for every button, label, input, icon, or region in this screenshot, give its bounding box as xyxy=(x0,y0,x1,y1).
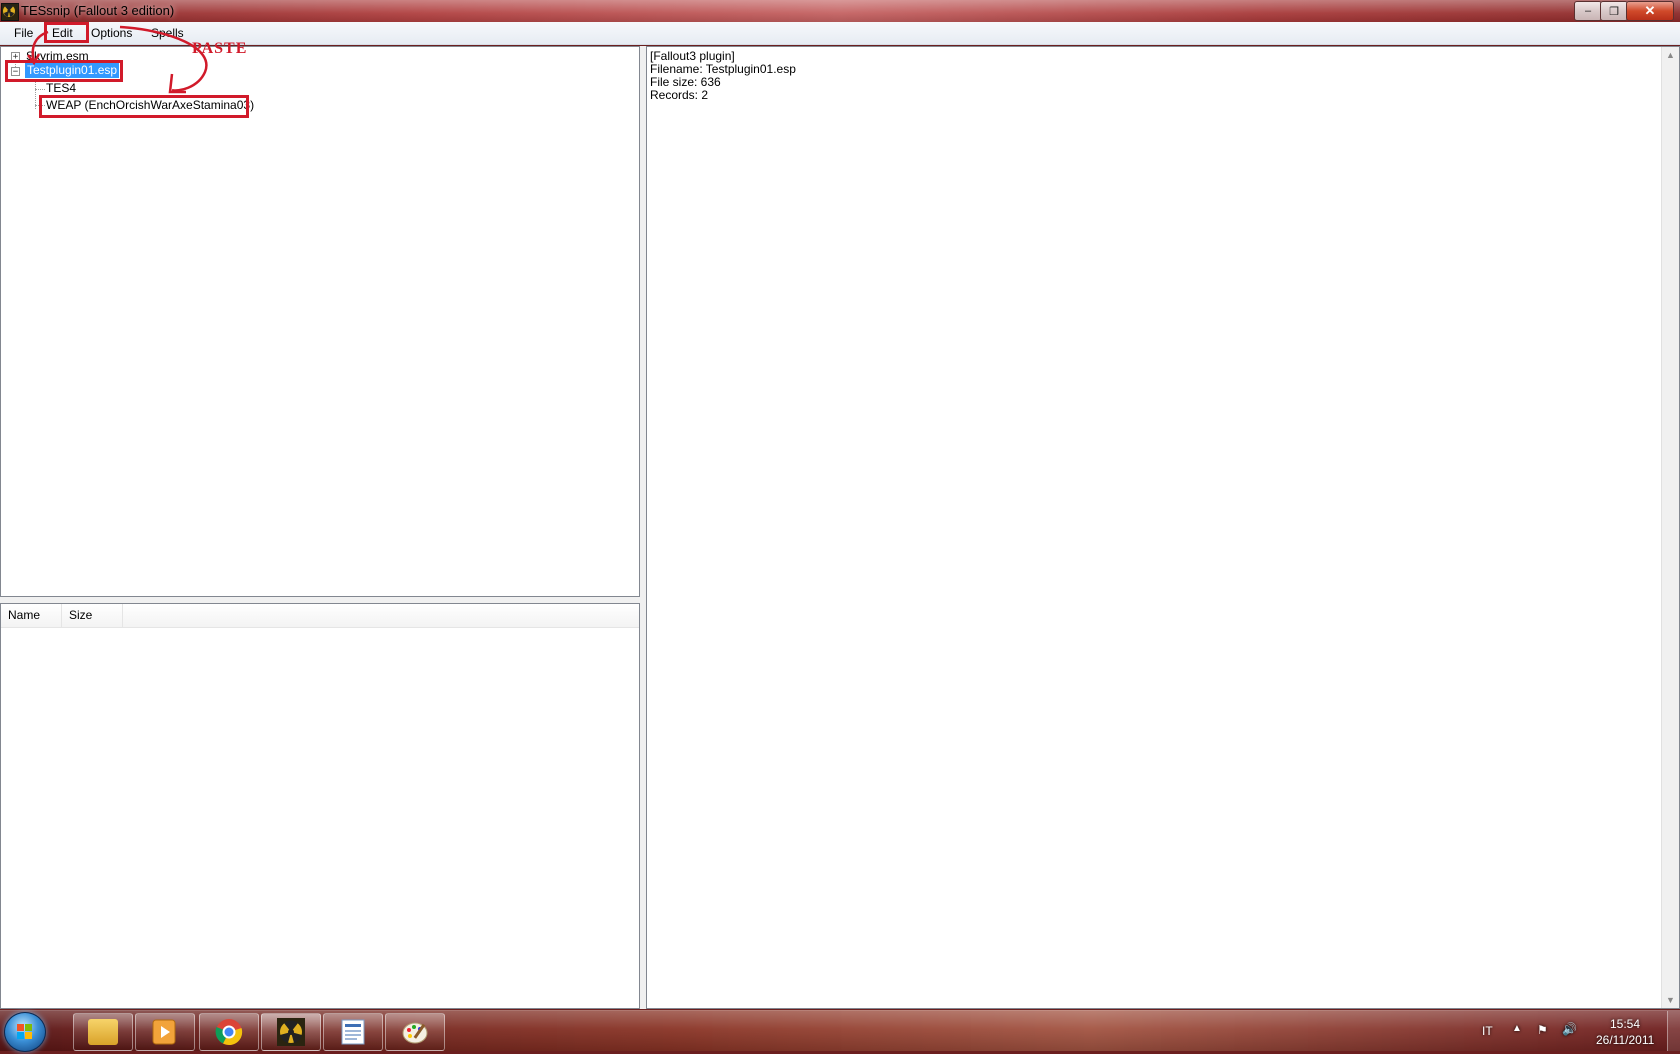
taskbar-wordpad-button[interactable] xyxy=(323,1013,383,1051)
record-tree[interactable]: + Skyrim.esm − Testplugin01.esp TES4 WEA… xyxy=(0,46,640,597)
scroll-up-icon[interactable]: ▲ xyxy=(1666,50,1675,60)
tree-node-weap-record[interactable]: WEAP (EnchOrcishWarAxeStamina03) xyxy=(46,98,254,112)
clock-time[interactable]: 15:54 xyxy=(1610,1017,1640,1031)
system-tray: IT ▲ ⚑ 🔊 15:54 26/11/2011 xyxy=(1420,1011,1680,1051)
title-bar[interactable]: TESsnip (Fallout 3 edition) – ❐ ✕ xyxy=(0,0,1680,22)
chrome-icon xyxy=(215,1019,243,1046)
menu-options[interactable]: Options xyxy=(91,26,132,40)
wordpad-icon xyxy=(341,1019,365,1045)
menu-file[interactable]: File xyxy=(14,26,33,40)
taskbar-chrome-button[interactable] xyxy=(199,1013,259,1051)
scroll-down-icon[interactable]: ▼ xyxy=(1666,995,1675,1005)
taskbar-media-player-button[interactable] xyxy=(135,1013,195,1051)
expand-icon[interactable]: + xyxy=(11,52,20,62)
menu-bar: File Edit Options Spells xyxy=(0,22,1680,45)
taskbar-tessnip-button[interactable] xyxy=(261,1013,321,1051)
show-desktop-button[interactable] xyxy=(1667,1011,1680,1051)
record-info-panel[interactable]: [Fallout3 plugin] Filename: Testplugin01… xyxy=(646,46,1680,1009)
minimize-button[interactable]: – xyxy=(1574,1,1602,21)
info-records: Records: 2 xyxy=(650,88,709,102)
info-filename: Filename: Testplugin01.esp xyxy=(650,62,796,76)
menu-spells[interactable]: Spells xyxy=(151,26,184,40)
info-plugin-type: [Fallout3 plugin] xyxy=(650,49,735,63)
restore-button[interactable]: ❐ xyxy=(1600,1,1628,21)
tree-node-tes4[interactable]: TES4 xyxy=(46,81,76,95)
language-indicator[interactable]: IT xyxy=(1482,1024,1493,1038)
app-icon[interactable] xyxy=(1,3,19,21)
close-button[interactable]: ✕ xyxy=(1626,1,1674,21)
taskbar-paint-button[interactable] xyxy=(385,1013,445,1051)
windows-logo-icon xyxy=(17,1024,32,1039)
minimize-icon: – xyxy=(1584,5,1592,17)
menu-edit[interactable]: Edit xyxy=(52,26,73,40)
window-title: TESsnip (Fallout 3 edition) xyxy=(21,3,175,18)
close-icon: ✕ xyxy=(1644,3,1656,18)
tree-line xyxy=(35,75,36,109)
paint-icon xyxy=(402,1022,428,1044)
column-header-name[interactable]: Name xyxy=(1,604,62,627)
list-header: Name Size xyxy=(1,604,639,628)
tree-node-testplugin01-esp[interactable]: Testplugin01.esp xyxy=(23,61,121,79)
show-hidden-icons-icon[interactable]: ▲ xyxy=(1512,1023,1522,1034)
radiation-icon xyxy=(3,4,15,17)
subrecord-list[interactable]: Name Size xyxy=(0,603,640,1009)
start-button[interactable] xyxy=(4,1012,46,1052)
tree-node-skyrim-esm[interactable]: Skyrim.esm xyxy=(26,49,89,63)
explorer-icon xyxy=(88,1019,118,1045)
vertical-scrollbar[interactable]: ▲ ▼ xyxy=(1661,47,1679,1008)
action-center-flag-icon[interactable]: ⚑ xyxy=(1537,1023,1548,1037)
annotation-paste-label: PASTE xyxy=(192,40,248,57)
media-player-icon xyxy=(152,1019,176,1045)
clock-date[interactable]: 26/11/2011 xyxy=(1596,1033,1654,1047)
tree-line xyxy=(35,105,45,106)
volume-icon[interactable]: 🔊 xyxy=(1562,1022,1577,1036)
restore-icon: ❐ xyxy=(1609,5,1619,18)
taskbar: IT ▲ ⚑ 🔊 15:54 26/11/2011 xyxy=(0,1010,1680,1052)
taskbar-explorer-button[interactable] xyxy=(73,1013,133,1051)
info-file-size: File size: 636 xyxy=(650,75,721,89)
tree-line xyxy=(35,89,45,90)
column-header-size[interactable]: Size xyxy=(62,604,123,627)
tessnip-icon xyxy=(277,1018,305,1046)
collapse-icon[interactable]: − xyxy=(11,67,20,77)
